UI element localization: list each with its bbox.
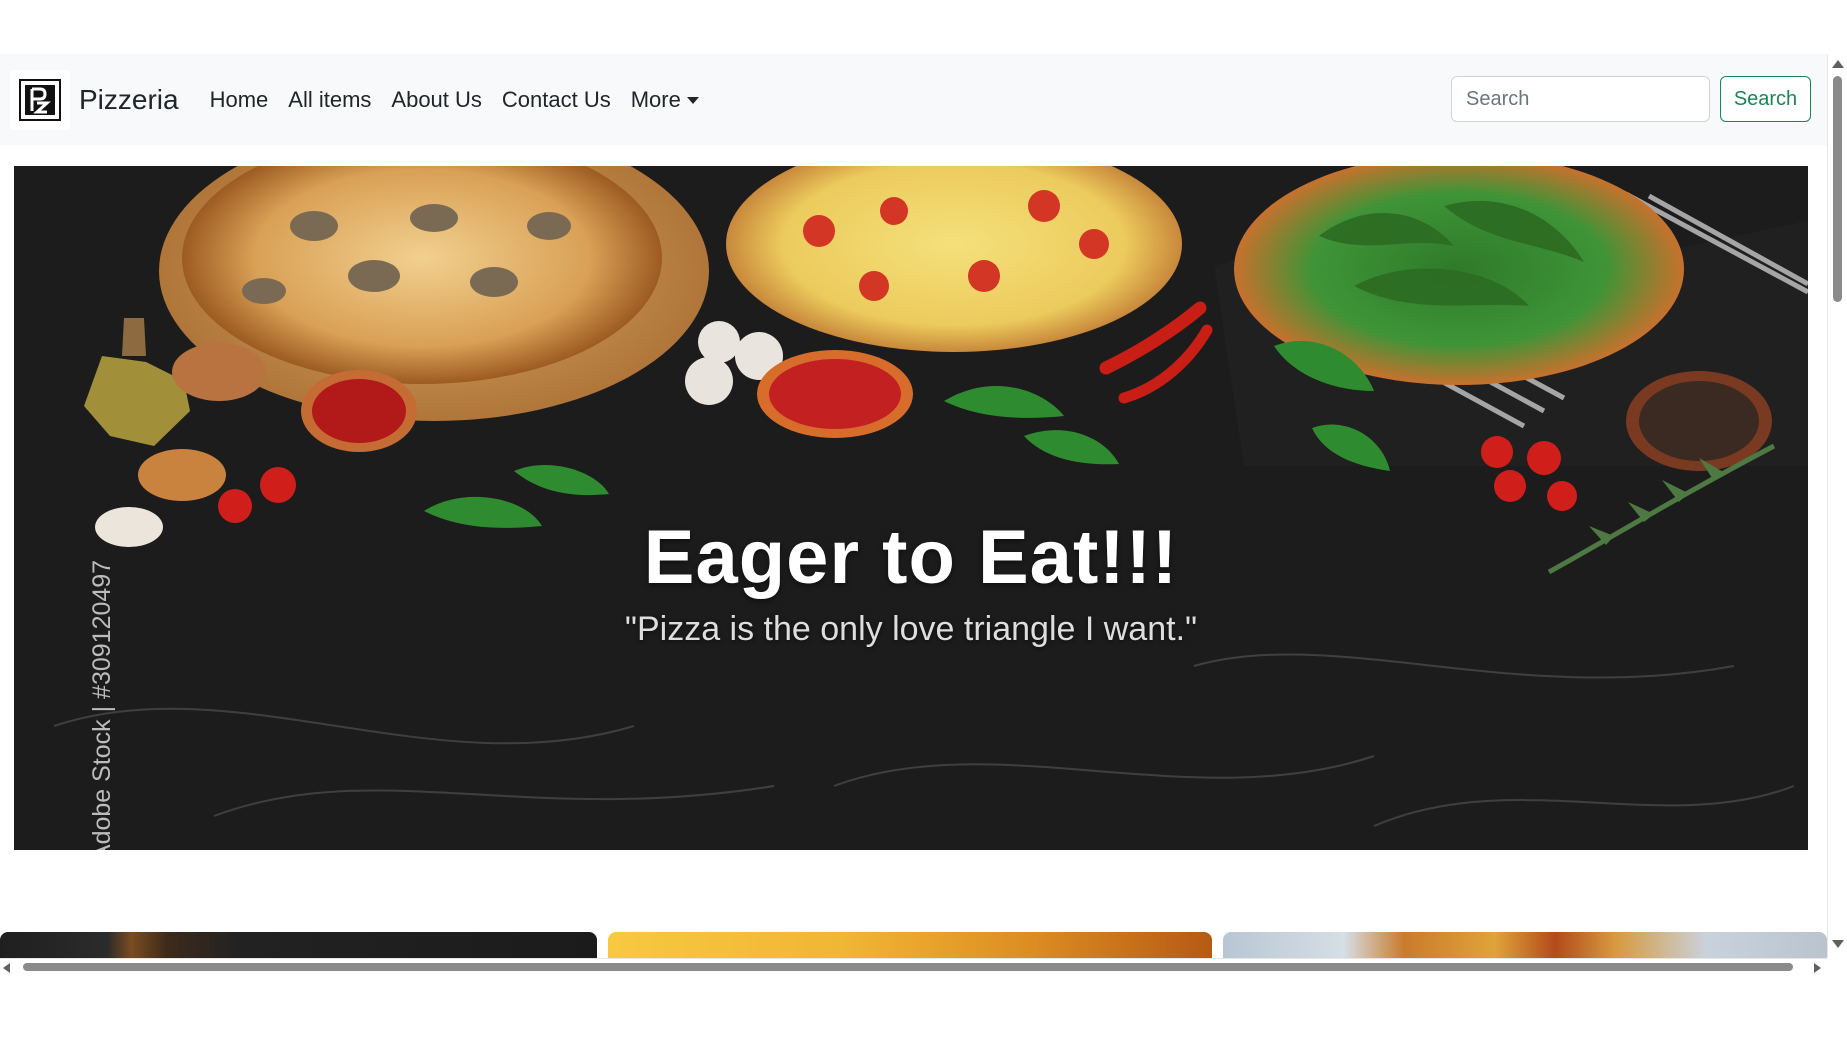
nav-home[interactable]: Home: [210, 87, 269, 113]
nav-all-items[interactable]: All items: [288, 87, 371, 113]
nav-more-dropdown[interactable]: More: [631, 87, 699, 113]
nav-more-label: More: [630, 86, 681, 112]
scrollbar-corner: [1827, 958, 1847, 976]
card-image-3[interactable]: [1223, 932, 1827, 958]
pizzeria-logo-icon: [10, 69, 70, 130]
brand-title: Pizzeria: [79, 83, 179, 115]
search-input[interactable]: [1451, 76, 1710, 122]
chevron-down-icon: [686, 97, 699, 104]
page-content: Pizzeria Home All items About Us Contact…: [0, 54, 1827, 958]
pizza-spread-image: [14, 166, 1808, 850]
card-image-2[interactable]: [608, 932, 1212, 958]
vertical-scrollbar[interactable]: [1827, 54, 1847, 976]
nav-about-us[interactable]: About Us: [391, 87, 482, 113]
horizontal-scrollbar[interactable]: [0, 958, 1827, 976]
browser-viewport: Pizzeria Home All items About Us Contact…: [0, 54, 1847, 976]
horizontal-scroll-thumb[interactable]: [23, 963, 1793, 971]
card-strip: [0, 932, 1827, 958]
image-watermark: Adobe Stock | #309120497: [88, 559, 117, 850]
vertical-scroll-thumb[interactable]: [1833, 76, 1842, 302]
navbar: Pizzeria Home All items About Us Contact…: [0, 54, 1827, 145]
brand-link[interactable]: Pizzeria: [10, 69, 179, 130]
scroll-left-icon[interactable]: [3, 963, 10, 973]
hero-subtitle: "Pizza is the only love triangle I want.…: [624, 610, 1198, 648]
scroll-down-icon[interactable]: [1832, 940, 1844, 948]
search-form: Search: [1451, 76, 1811, 122]
nav-contact-us[interactable]: Contact Us: [502, 87, 611, 113]
nav-links: Home All items About Us Contact Us More: [210, 87, 699, 113]
search-button[interactable]: Search: [1720, 76, 1811, 122]
scroll-right-icon[interactable]: [1814, 963, 1821, 973]
card-image-1[interactable]: [0, 932, 597, 958]
hero-banner: Eager to Eat!!! "Pizza is the only love …: [14, 166, 1808, 850]
hero-title: Eager to Eat!!!: [643, 515, 1179, 600]
scroll-up-icon[interactable]: [1832, 60, 1844, 68]
